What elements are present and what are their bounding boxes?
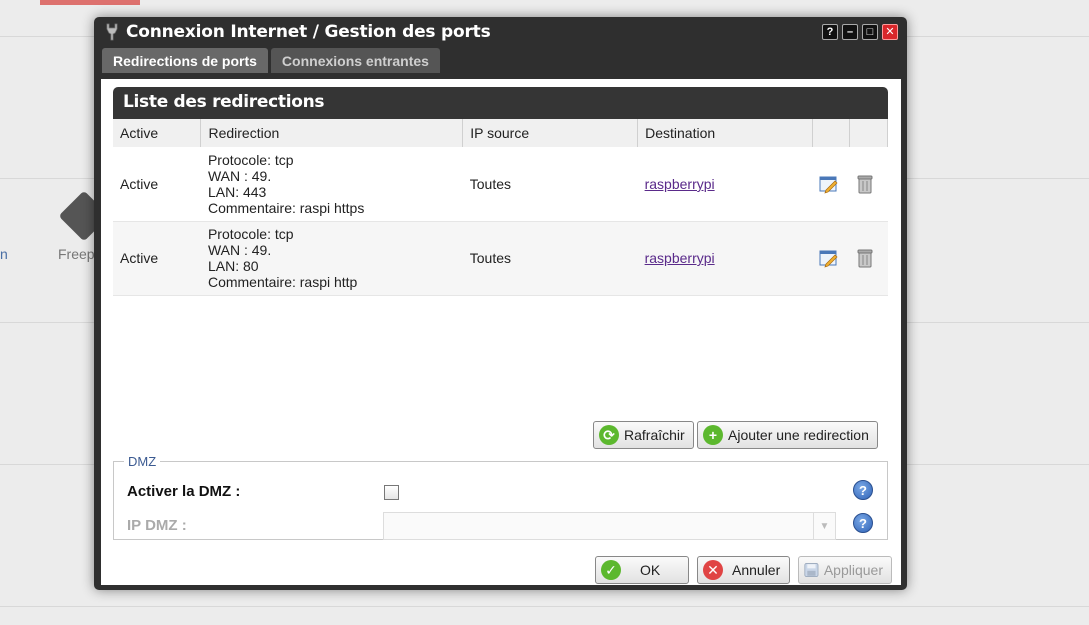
lan-text: LAN: 80 bbox=[207, 258, 259, 274]
cell-destination: raspberrypi bbox=[637, 221, 813, 296]
dmz-enable-checkbox[interactable] bbox=[384, 485, 399, 500]
chevron-down-icon[interactable]: ▼ bbox=[813, 513, 835, 539]
refresh-button[interactable]: ⟳ Rafraîchir bbox=[593, 421, 694, 449]
comment-text: Commentaire: raspi http bbox=[207, 274, 358, 290]
refresh-icon: ⟳ bbox=[599, 425, 619, 445]
cell-edit bbox=[812, 221, 850, 296]
cell-active: Active bbox=[113, 147, 201, 222]
cell-delete bbox=[849, 147, 888, 222]
column-header-redirection[interactable]: Redirection bbox=[200, 119, 464, 147]
dmz-enable-label: Activer la DMZ : bbox=[127, 483, 241, 500]
dmz-fieldset: DMZ Activer la DMZ : IP DMZ : ▼ ? ? bbox=[113, 454, 888, 540]
protocol-text: Protocole: tcp bbox=[207, 151, 294, 168]
close-icon[interactable]: ✕ bbox=[882, 24, 898, 40]
column-header-edit bbox=[812, 119, 850, 147]
column-header-ip-source[interactable]: IP source bbox=[462, 119, 639, 147]
help-icon[interactable]: ? bbox=[853, 513, 873, 533]
column-header-active[interactable]: Active bbox=[113, 119, 202, 147]
wan-text: WAN : 49. bbox=[207, 242, 272, 258]
background-label: n bbox=[0, 246, 8, 262]
table-header-row: Active Redirection IP source Destination bbox=[113, 119, 889, 147]
ok-button[interactable]: ✓ OK bbox=[595, 556, 689, 584]
protocol-text: Protocole: tcp bbox=[207, 226, 294, 242]
dmz-legend: DMZ bbox=[128, 454, 157, 469]
tab-port-forwarding[interactable]: Redirections de ports bbox=[102, 48, 268, 73]
ok-label: OK bbox=[640, 562, 661, 578]
refresh-label: Rafraîchir bbox=[624, 427, 685, 443]
plug-icon bbox=[106, 23, 118, 41]
minimize-icon[interactable]: – bbox=[842, 24, 858, 40]
cell-redirection: Protocole: tcp WAN : 49. LAN: 80 Comment… bbox=[200, 221, 463, 296]
apply-button[interactable]: Appliquer bbox=[798, 556, 892, 584]
cell-ip-source: Toutes bbox=[462, 147, 638, 222]
port-management-dialog: Connexion Internet / Gestion des ports ?… bbox=[94, 17, 907, 590]
help-icon[interactable]: ? bbox=[822, 24, 838, 40]
tab-incoming-connections[interactable]: Connexions entrantes bbox=[270, 48, 440, 73]
device-label[interactable]: Freep bbox=[58, 246, 95, 262]
edit-icon[interactable] bbox=[819, 248, 839, 268]
destination-link[interactable]: raspberrypi bbox=[645, 176, 715, 192]
trash-icon[interactable] bbox=[856, 248, 874, 268]
cell-delete bbox=[849, 221, 888, 296]
cell-destination: raspberrypi bbox=[637, 147, 813, 222]
add-icon: + bbox=[703, 425, 723, 445]
trash-icon[interactable] bbox=[856, 174, 874, 194]
edit-icon[interactable] bbox=[819, 174, 839, 194]
column-header-delete bbox=[849, 119, 889, 147]
add-label: Ajouter une redirection bbox=[728, 427, 869, 443]
check-icon: ✓ bbox=[601, 560, 621, 580]
save-icon bbox=[804, 562, 819, 578]
dmz-ip-select[interactable]: ▼ bbox=[383, 512, 836, 540]
background-tab-accent bbox=[40, 0, 140, 5]
help-icon[interactable]: ? bbox=[853, 480, 873, 500]
background-divider bbox=[0, 606, 1089, 607]
window-controls: ? – □ ✕ bbox=[822, 24, 898, 40]
maximize-icon[interactable]: □ bbox=[862, 24, 878, 40]
dialog-title: Connexion Internet / Gestion des ports bbox=[126, 22, 491, 42]
cancel-label: Annuler bbox=[732, 562, 781, 578]
apply-label: Appliquer bbox=[823, 562, 883, 578]
titlebar[interactable]: Connexion Internet / Gestion des ports ?… bbox=[94, 17, 907, 47]
comment-text: Commentaire: raspi https bbox=[207, 199, 365, 216]
cell-edit bbox=[812, 147, 850, 222]
tab-content: Liste des redirections Active Redirectio… bbox=[101, 79, 901, 585]
redirections-table: Active Redirection IP source Destination… bbox=[113, 119, 889, 296]
dmz-ip-label: IP DMZ : bbox=[127, 517, 187, 534]
tab-bar: Redirections de ports Connexions entrant… bbox=[102, 48, 440, 73]
list-title: Liste des redirections bbox=[113, 87, 888, 119]
cell-active: Active bbox=[113, 221, 201, 296]
lan-text: LAN: 443 bbox=[207, 183, 267, 200]
cell-ip-source: Toutes bbox=[462, 221, 638, 296]
cell-redirection: Protocole: tcp WAN : 49. LAN: 443 Commen… bbox=[200, 147, 463, 222]
cancel-button[interactable]: ✕ Annuler bbox=[697, 556, 790, 584]
cancel-icon: ✕ bbox=[703, 560, 723, 580]
column-header-destination[interactable]: Destination bbox=[637, 119, 813, 147]
wan-text: WAN : 49. bbox=[207, 167, 272, 184]
table-row[interactable]: Active Protocole: tcp WAN : 49. LAN: 80 … bbox=[113, 221, 888, 296]
add-redirection-button[interactable]: + Ajouter une redirection bbox=[697, 421, 878, 449]
destination-link[interactable]: raspberrypi bbox=[645, 250, 715, 266]
table-row[interactable]: Active Protocole: tcp WAN : 49. LAN: 443… bbox=[113, 147, 888, 222]
